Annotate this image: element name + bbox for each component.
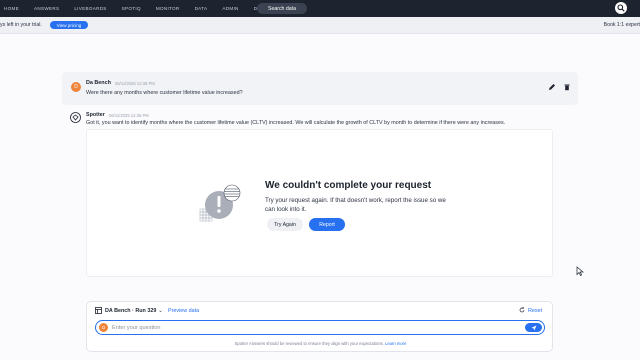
book-expert-link[interactable]: Book 1:1 expert bbox=[604, 22, 640, 28]
reset-button[interactable]: Reset bbox=[519, 306, 543, 314]
question-input-row: D bbox=[95, 320, 545, 335]
edit-icon[interactable] bbox=[548, 83, 556, 91]
user-question: Were there any months where customer lif… bbox=[86, 90, 243, 96]
error-title: We couldn't complete your request bbox=[265, 180, 432, 191]
nav-item-liveboards[interactable]: LIVEBOARDS bbox=[74, 6, 106, 11]
datasource-icon bbox=[95, 307, 102, 314]
nav-item-spotiq-label: SPOTIQ bbox=[121, 6, 141, 11]
user-avatar-icon: D bbox=[99, 323, 108, 332]
learn-more-link[interactable]: Learn more bbox=[385, 341, 406, 346]
preview-data-link[interactable]: Preview data bbox=[168, 308, 199, 314]
send-icon bbox=[531, 325, 536, 330]
spotter-logo-icon bbox=[70, 112, 81, 123]
user-name: Da Bench bbox=[86, 80, 111, 86]
error-card: We couldn't complete your request Try yo… bbox=[86, 129, 553, 277]
spotter-message-time: 06/11/2025 12:36 PM bbox=[109, 113, 149, 118]
user-message: D Da Bench 06/11/2025 12:36 PM Were ther… bbox=[62, 72, 578, 105]
cursor-icon bbox=[576, 266, 584, 276]
profile-avatar[interactable] bbox=[615, 2, 627, 14]
trial-text: ys left in your trial. bbox=[0, 22, 42, 28]
search-icon bbox=[617, 4, 625, 12]
nav-item-answers[interactable]: ANSWERS bbox=[34, 6, 59, 11]
user-message-time: 06/11/2025 12:36 PM bbox=[115, 81, 155, 86]
nav-item-home[interactable]: HOME bbox=[4, 6, 19, 11]
disclaimer: Spotter Answers should be reviewed to en… bbox=[87, 341, 554, 346]
spotter-response: Got it, you want to identify months wher… bbox=[86, 120, 506, 126]
view-pricing-button[interactable]: View pricing bbox=[50, 21, 88, 29]
nav-item-monitor[interactable]: MONITOR bbox=[156, 6, 180, 11]
reset-icon bbox=[519, 306, 525, 313]
nav-item-data[interactable]: DATA bbox=[195, 6, 208, 11]
spotter-name: Spotter bbox=[86, 112, 105, 118]
report-button[interactable]: Report bbox=[309, 218, 345, 231]
reset-label: Reset bbox=[528, 308, 543, 314]
send-button[interactable] bbox=[525, 323, 542, 332]
disclaimer-text: Spotter Answers should be reviewed to en… bbox=[234, 341, 384, 346]
user-avatar-icon: D bbox=[71, 82, 81, 92]
delete-icon[interactable] bbox=[563, 83, 571, 91]
chevron-down-icon[interactable]: ⌄ bbox=[158, 307, 163, 314]
nav-item-admin[interactable]: ADMIN bbox=[222, 6, 238, 11]
search-data-button[interactable]: Search data bbox=[257, 3, 307, 14]
top-navigation: HOME ANSWERS LIVEBOARDS SPOTIQ MONITOR D… bbox=[0, 0, 640, 17]
question-input[interactable] bbox=[112, 322, 512, 333]
nav-item-spotiq[interactable]: SPOTIQ bbox=[122, 6, 141, 11]
datasource-name[interactable]: DA Bench · Run 329 bbox=[105, 308, 156, 314]
trial-banner: ys left in your trial. View pricing Book… bbox=[0, 17, 640, 34]
question-composer: DA Bench · Run 329 ⌄ Preview data Reset … bbox=[86, 301, 553, 352]
error-description: Try your request again. If that doesn't … bbox=[265, 197, 446, 213]
try-again-button[interactable]: Try Again bbox=[267, 218, 303, 231]
error-illustration-icon bbox=[199, 184, 241, 222]
